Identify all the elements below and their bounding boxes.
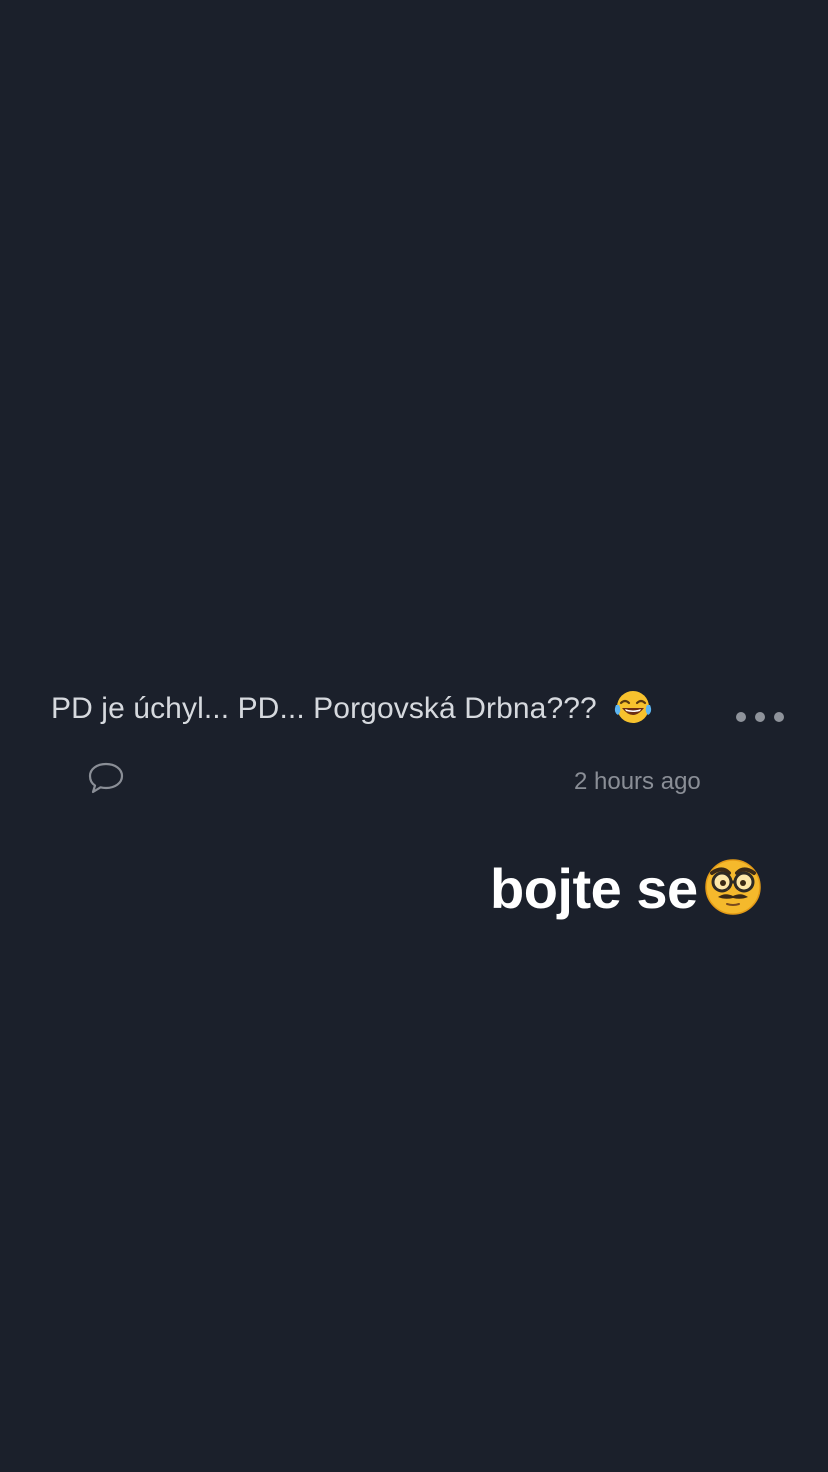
disguised-face-icon	[702, 855, 764, 922]
post-text-line: PD je úchyl... PD... Porgovská Drbna???	[51, 688, 653, 732]
more-dot-icon	[774, 712, 784, 722]
comment-button[interactable]	[86, 760, 126, 796]
comment-bubble-icon	[88, 762, 124, 794]
face-with-tears-of-joy-icon	[613, 688, 653, 732]
post-card: PD je úchyl... PD... Porgovská Drbna??? …	[0, 680, 828, 810]
more-dot-icon	[755, 712, 765, 722]
post-timestamp: 2 hours ago	[574, 768, 701, 795]
sticker-text: bojte se	[490, 856, 698, 920]
more-options-button[interactable]	[736, 708, 784, 726]
more-dot-icon	[736, 712, 746, 722]
story-text-sticker[interactable]: bojte se	[490, 852, 764, 924]
post-text: PD je úchyl... PD... Porgovská Drbna???	[51, 692, 597, 725]
